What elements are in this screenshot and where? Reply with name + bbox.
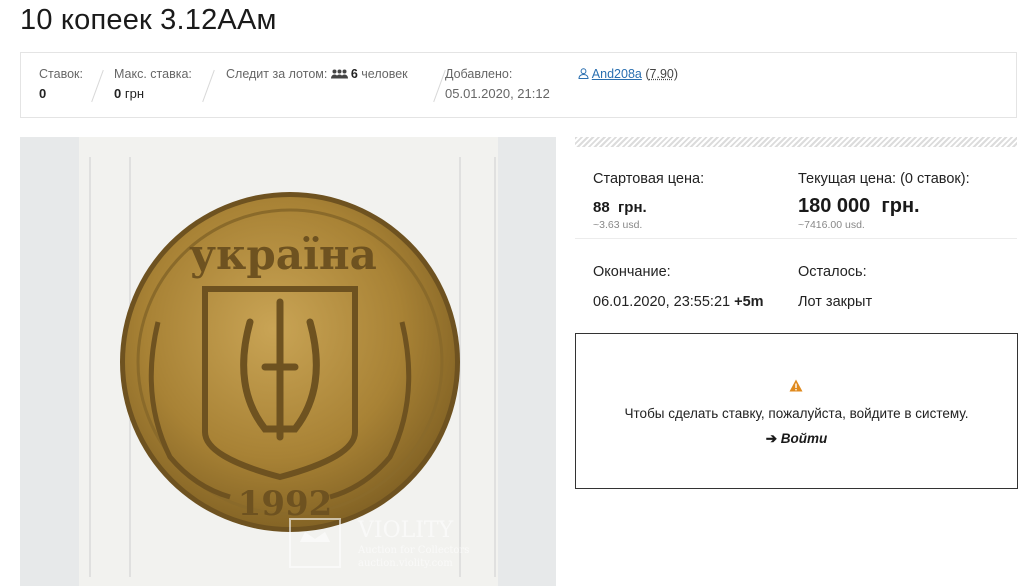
max-bid-value: 0 bbox=[114, 86, 122, 101]
lot-title: 10 копеек 3.12ААм bbox=[20, 4, 277, 36]
current-price-usd: ~7416.00 usd. bbox=[798, 219, 865, 231]
people-icon bbox=[330, 68, 348, 82]
bids-stat: Ставок: 0 bbox=[39, 67, 83, 101]
start-price-label: Стартовая цена: bbox=[593, 171, 705, 187]
arrow-right-icon: ➔ bbox=[765, 431, 778, 446]
login-link[interactable]: ➔ Войти bbox=[576, 431, 1017, 447]
watermark-url: auction.violity.com bbox=[358, 558, 453, 569]
start-price-usd: ~3.63 usd. bbox=[593, 219, 643, 231]
watchers-stat: Следит за лотом: 6 человек bbox=[226, 67, 408, 82]
bids-label: Ставок: bbox=[39, 67, 83, 81]
divider bbox=[91, 69, 104, 103]
lot-photo[interactable]: україна 1992 VIOLITY Auction for Collect… bbox=[20, 137, 556, 586]
user-icon bbox=[578, 67, 592, 81]
price-panel: Стартовая цена: 88 грн. ~3.63 usd. Текущ… bbox=[575, 147, 1017, 327]
divider bbox=[575, 238, 1017, 239]
added-label: Добавлено: bbox=[445, 67, 513, 81]
current-price-value: 180 000 грн. bbox=[798, 195, 920, 217]
end-label: Окончание: bbox=[593, 264, 671, 280]
seller-link[interactable]: And208a bbox=[592, 67, 642, 81]
current-price-label: Текущая цена: (0 ставок): bbox=[798, 171, 970, 187]
start-price-value: 88 грн. bbox=[593, 199, 647, 216]
added-stat: Добавлено: 05.01.2020, 21:12 bbox=[445, 67, 550, 101]
coin-image: україна 1992 VIOLITY Auction for Collect… bbox=[89, 157, 496, 577]
max-bid-stat: Макс. ставка: 0 грн bbox=[114, 67, 192, 101]
seller-rating[interactable]: (7.90) bbox=[645, 67, 678, 81]
added-value: 05.01.2020, 21:12 bbox=[445, 86, 550, 101]
bids-value: 0 bbox=[39, 86, 47, 101]
watchers-count: 6 bbox=[350, 67, 358, 81]
watermark-name: VIOLITY bbox=[357, 518, 454, 543]
watchers-label: Следит за лотом: bbox=[226, 67, 328, 81]
max-bid-currency: грн bbox=[124, 86, 145, 101]
login-prompt-box: Чтобы сделать ставку, пожалуйста, войдит… bbox=[575, 333, 1018, 489]
coin-legend-text: україна bbox=[189, 230, 377, 279]
end-value: 06.01.2020, 23:55:21 +5m bbox=[593, 294, 764, 310]
max-bid-label: Макс. ставка: bbox=[114, 67, 192, 81]
login-message: Чтобы сделать ставку, пожалуйста, войдит… bbox=[624, 406, 969, 421]
remaining-value: Лот закрыт bbox=[798, 294, 873, 310]
price-header-stripe bbox=[575, 137, 1017, 147]
divider bbox=[433, 69, 446, 103]
seller-info: And208a (7.90) bbox=[578, 67, 678, 81]
warning-icon bbox=[789, 379, 803, 397]
lot-stats-bar: Ставок: 0 Макс. ставка: 0 грн Следит за … bbox=[20, 52, 1017, 118]
divider bbox=[202, 69, 215, 103]
watermark-sub: Auction for Collectors bbox=[357, 545, 469, 556]
end-extension: +5m bbox=[734, 294, 764, 310]
remaining-label: Осталось: bbox=[798, 264, 867, 280]
watchers-unit: человек bbox=[361, 67, 408, 81]
